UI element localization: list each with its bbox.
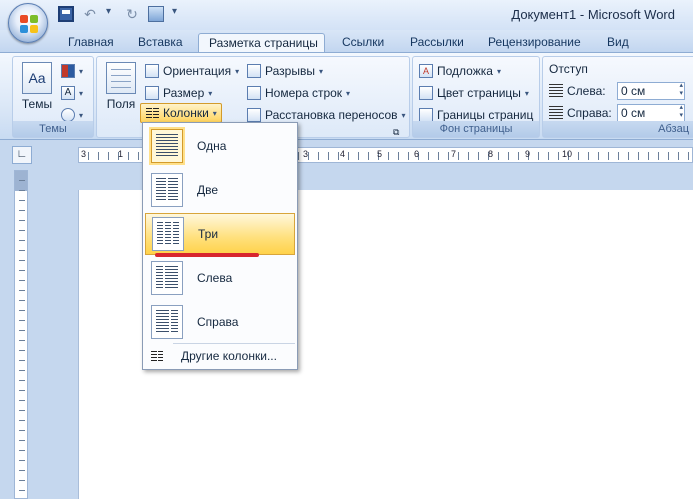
tab-references[interactable]: Ссылки — [332, 33, 394, 52]
office-button[interactable] — [8, 3, 48, 43]
themes-group: Aa Темы ▾ A ▾ ▾ Темы — [12, 56, 94, 138]
paragraph-group: Отступ Слева: 0 см Справа: 0 см Абзац — [542, 56, 693, 138]
hyphenation-icon — [247, 108, 261, 122]
undo-dropdown-icon[interactable]: ▾ — [106, 6, 116, 22]
tab-home[interactable]: Главная — [58, 33, 124, 52]
page-setup-dialog-launcher-icon[interactable]: ⧉ — [393, 123, 399, 141]
page-background-group: A Подложка ▾ Цвет страницы ▾ Границы страни… — [412, 56, 540, 138]
ruler-number: 10 — [562, 149, 573, 159]
theme-colors-icon — [61, 64, 75, 78]
indent-right-label: Справа: — [549, 104, 612, 122]
page-background-group-label: Фон страницы — [413, 121, 539, 137]
watermark-button[interactable]: A Подложка ▾ — [419, 62, 501, 80]
themes-group-label: Темы — [13, 121, 93, 137]
ruler-number: 6 — [414, 149, 420, 159]
ruler-number: 9 — [525, 149, 531, 159]
columns-button[interactable]: Колонки ▾ — [140, 103, 222, 123]
line-numbers-button[interactable]: Номера строк ▾ — [247, 84, 350, 102]
size-icon — [145, 86, 159, 100]
ruler-number: 7 — [451, 149, 457, 159]
page-color-button[interactable]: Цвет страницы ▾ — [419, 84, 529, 102]
indent-left-label: Слева: — [549, 82, 606, 100]
breaks-icon — [247, 64, 261, 78]
columns-option-two[interactable]: Две — [145, 169, 295, 211]
line-numbers-icon — [247, 86, 261, 100]
left-column-icon — [151, 261, 183, 295]
orientation-button[interactable]: Ориентация ▾ — [145, 62, 239, 80]
themes-button[interactable]: Aa Темы — [19, 62, 55, 111]
title-bar: ↶ ▾ ↻ ▾ Документ1 - Microsoft Word — [0, 0, 693, 30]
indent-right-icon — [549, 106, 563, 120]
margins-button[interactable]: Поля — [103, 62, 139, 111]
more-columns-icon — [151, 351, 163, 361]
two-columns-icon — [151, 173, 183, 207]
theme-fonts-button[interactable]: A ▾ — [61, 84, 83, 102]
tab-insert[interactable]: Вставка — [128, 33, 193, 52]
print-preview-icon[interactable] — [148, 6, 164, 22]
window-title: Документ1 - Microsoft Word — [511, 7, 675, 22]
breaks-button[interactable]: Разрывы ▾ — [247, 62, 323, 80]
ribbon-tabs: Главная Вставка Разметка страницы Ссылки… — [0, 30, 693, 52]
vertical-ruler[interactable] — [14, 170, 28, 499]
columns-icon — [146, 108, 159, 118]
columns-dropdown: Одна Две Три Слева Справа Другие колонки… — [142, 122, 298, 370]
columns-option-one[interactable]: Одна — [145, 125, 295, 167]
tab-mailings[interactable]: Рассылки — [400, 33, 474, 52]
indent-label: Отступ — [549, 62, 588, 76]
columns-option-three[interactable]: Три — [145, 213, 295, 255]
orientation-icon — [145, 64, 159, 78]
theme-colors-button[interactable]: ▾ — [61, 62, 83, 80]
tab-selector-button[interactable]: ∟ — [12, 146, 32, 164]
size-button[interactable]: Размер ▾ — [145, 84, 212, 102]
tab-page-layout[interactable]: Разметка страницы — [198, 33, 325, 52]
ruler-number: 1 — [118, 149, 124, 159]
margins-icon — [106, 62, 136, 94]
page-borders-icon — [419, 108, 433, 122]
ribbon: Aa Темы ▾ A ▾ ▾ Темы Поля Ориентация ▾ Раз… — [0, 52, 693, 140]
indent-left-input[interactable]: 0 см — [617, 82, 685, 100]
indent-right-input[interactable]: 0 см — [617, 104, 685, 122]
one-column-icon — [151, 129, 183, 163]
columns-option-left[interactable]: Слева — [145, 257, 295, 299]
ruler-number: 5 — [377, 149, 383, 159]
paragraph-group-label: Абзац — [543, 121, 693, 137]
vertical-ruler-ticks — [19, 171, 25, 498]
page-color-icon — [419, 86, 433, 100]
watermark-icon: A — [419, 64, 433, 78]
tab-review[interactable]: Рецензирование — [478, 33, 591, 52]
undo-icon[interactable]: ↶ — [82, 6, 98, 22]
office-logo-icon — [20, 15, 38, 33]
right-column-icon — [151, 305, 183, 339]
ruler-number: 3 — [303, 149, 309, 159]
ruler-number: 4 — [340, 149, 346, 159]
theme-fonts-icon: A — [61, 86, 75, 100]
quick-access-toolbar: ↶ ▾ ↻ ▾ — [58, 6, 182, 22]
ruler-number: 3 — [81, 149, 87, 159]
more-columns-button[interactable]: Другие колонки... — [145, 346, 295, 366]
ruler-number: 8 — [488, 149, 494, 159]
three-columns-icon — [152, 217, 184, 251]
tab-view[interactable]: Вид — [597, 33, 639, 52]
customize-toolbar-icon[interactable]: ▾ — [172, 6, 182, 22]
save-icon[interactable] — [58, 6, 74, 22]
columns-option-right[interactable]: Справа — [145, 301, 295, 343]
redo-icon[interactable]: ↻ — [124, 6, 140, 22]
themes-icon: Aa — [22, 62, 52, 94]
indent-left-icon — [549, 84, 563, 98]
menu-separator — [173, 343, 295, 344]
theme-effects-icon — [61, 108, 75, 122]
